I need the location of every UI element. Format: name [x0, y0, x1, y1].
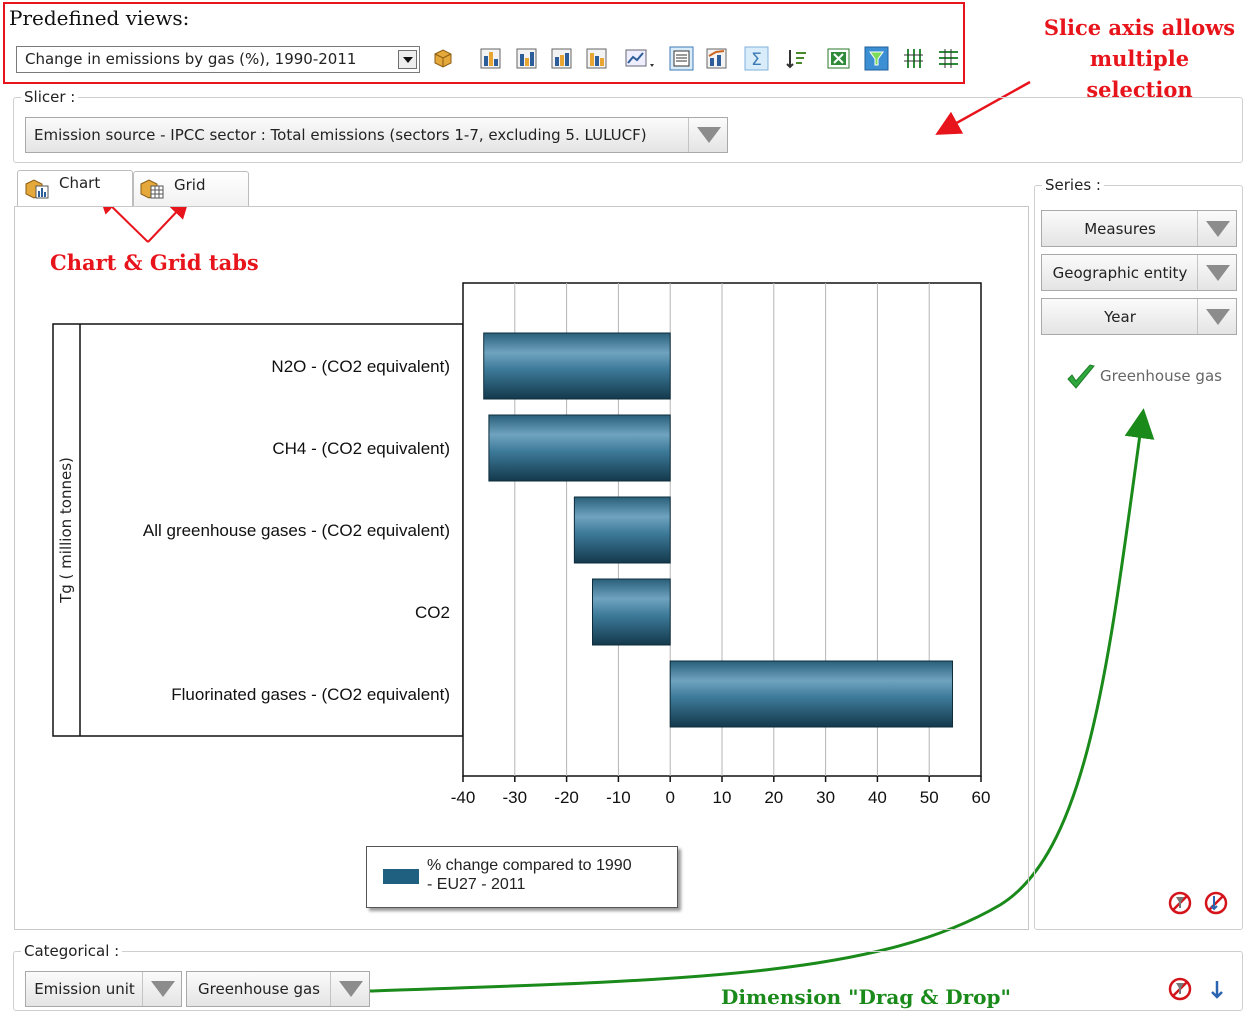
series-measures-button[interactable]: Measures — [1041, 210, 1237, 247]
x-tick-label: 10 — [713, 788, 732, 807]
arrow-down-icon[interactable] — [1207, 978, 1227, 1002]
series-year-button[interactable]: Year — [1041, 298, 1237, 335]
bar — [488, 414, 671, 482]
category-label: N2O - (CO2 equivalent) — [271, 357, 450, 376]
x-tick-label: 50 — [920, 788, 939, 807]
dropdown-triangle-icon[interactable] — [330, 972, 369, 1006]
series-group — [1034, 185, 1243, 930]
x-tick-label: -20 — [554, 788, 579, 807]
x-tick-label: 30 — [816, 788, 835, 807]
no-sort-icon[interactable] — [1203, 890, 1229, 916]
x-tick-label: -10 — [606, 788, 631, 807]
chart-legend: % change compared to 1990 - EU27 - 2011 — [366, 846, 678, 908]
drag-drop-annotation: Dimension "Drag & Drop" — [721, 985, 1011, 1009]
dropdown-triangle-icon[interactable] — [1197, 255, 1236, 290]
categorical-emission-unit-button[interactable]: Emission unit — [25, 971, 182, 1007]
categorical-button-label: Emission unit — [34, 980, 135, 998]
checkmark-icon — [1067, 364, 1095, 389]
series-button-label: Geographic entity — [1052, 263, 1188, 282]
series-label: Series : — [1042, 176, 1104, 194]
bar — [483, 332, 671, 400]
legend-line: % change compared to 1990 — [427, 857, 632, 874]
x-tick-label: 60 — [972, 788, 991, 807]
category-label: CO2 — [415, 603, 450, 622]
category-label: Fluorinated gases - (CO2 equivalent) — [171, 685, 450, 704]
y-axis-title-wrap: Tg ( million tonnes) — [55, 457, 77, 603]
bar — [573, 496, 671, 564]
dropdown-triangle-icon[interactable] — [1197, 211, 1236, 246]
legend-line: - EU27 - 2011 — [427, 876, 526, 893]
x-tick-label: -30 — [503, 788, 528, 807]
bar — [592, 578, 671, 646]
series-geographic-entity-button[interactable]: Geographic entity — [1041, 254, 1237, 291]
series-button-label: Year — [1104, 307, 1136, 326]
category-label: CH4 - (CO2 equivalent) — [272, 439, 450, 458]
x-tick-label: 40 — [868, 788, 887, 807]
legend-swatch — [383, 869, 419, 884]
categorical-button-label: Greenhouse gas — [198, 980, 320, 998]
y-axis-title: Tg ( million tonnes) — [57, 457, 75, 603]
x-ticks: -40 -30 -20 -10 0 10 20 30 40 50 60 — [451, 776, 991, 807]
legend-text: % change compared to 1990 - EU27 - 2011 — [427, 856, 632, 894]
categorical-greenhouse-gas-button[interactable]: Greenhouse gas — [186, 971, 370, 1007]
clear-filter-icon[interactable] — [1167, 976, 1193, 1002]
series-selected-item[interactable]: Greenhouse gas — [1100, 367, 1222, 385]
x-tick-label: 20 — [764, 788, 783, 807]
bar — [669, 660, 954, 728]
category-label: All greenhouse gases - (CO2 equivalent) — [143, 521, 450, 540]
categorical-label: Categorical : — [21, 942, 123, 960]
clear-filter-icon[interactable] — [1167, 890, 1193, 916]
series-button-label: Measures — [1084, 219, 1156, 238]
dropdown-triangle-icon[interactable] — [142, 972, 181, 1006]
x-tick-label: 0 — [665, 788, 674, 807]
dropdown-triangle-icon[interactable] — [1197, 299, 1236, 334]
x-tick-label: -40 — [451, 788, 476, 807]
